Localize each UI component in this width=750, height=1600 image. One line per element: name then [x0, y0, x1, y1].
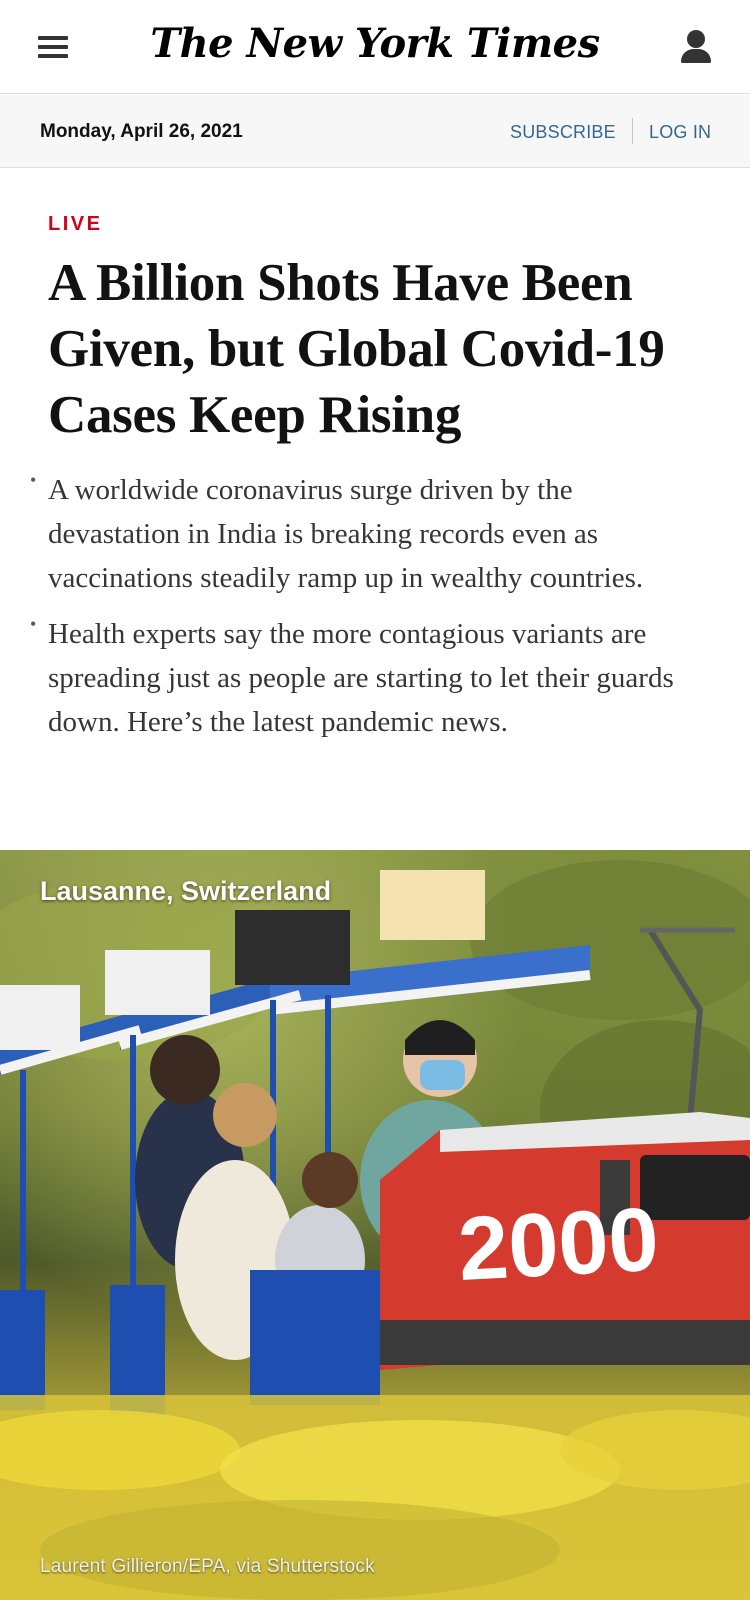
train-illustration: 2000: [0, 860, 750, 1600]
photo-location: Lausanne, Switzerland: [40, 876, 332, 906]
photo-credit: Laurent Gillieron/EPA, via Shutterstock: [40, 1556, 375, 1577]
date-bar: Monday, April 26, 2021 SUBSCRIBE LOG IN: [0, 95, 750, 168]
link-divider: [632, 118, 633, 144]
current-date: Monday, April 26, 2021: [40, 121, 243, 142]
nyt-logo[interactable]: The New York Times: [0, 20, 750, 67]
live-kicker: LIVE: [48, 213, 103, 235]
summary-list: A worldwide coronavirus surge driven by …: [30, 458, 710, 756]
user-account-icon[interactable]: [679, 30, 713, 66]
top-bar: The New York Times: [0, 0, 750, 94]
login-link[interactable]: LOG IN: [649, 122, 711, 143]
train-number-text: 2000: [456, 1190, 661, 1300]
subscribe-link[interactable]: SUBSCRIBE: [510, 122, 616, 143]
summary-item: Health experts say the more contagious v…: [30, 602, 710, 744]
summary-item: A worldwide coronavirus surge driven by …: [30, 458, 710, 600]
article-headline[interactable]: A Billion Shots Have Been Given, but Glo…: [48, 250, 718, 448]
lead-photo[interactable]: 2000 Lausanne, Switzerland Laurent Gilli…: [0, 850, 750, 1600]
